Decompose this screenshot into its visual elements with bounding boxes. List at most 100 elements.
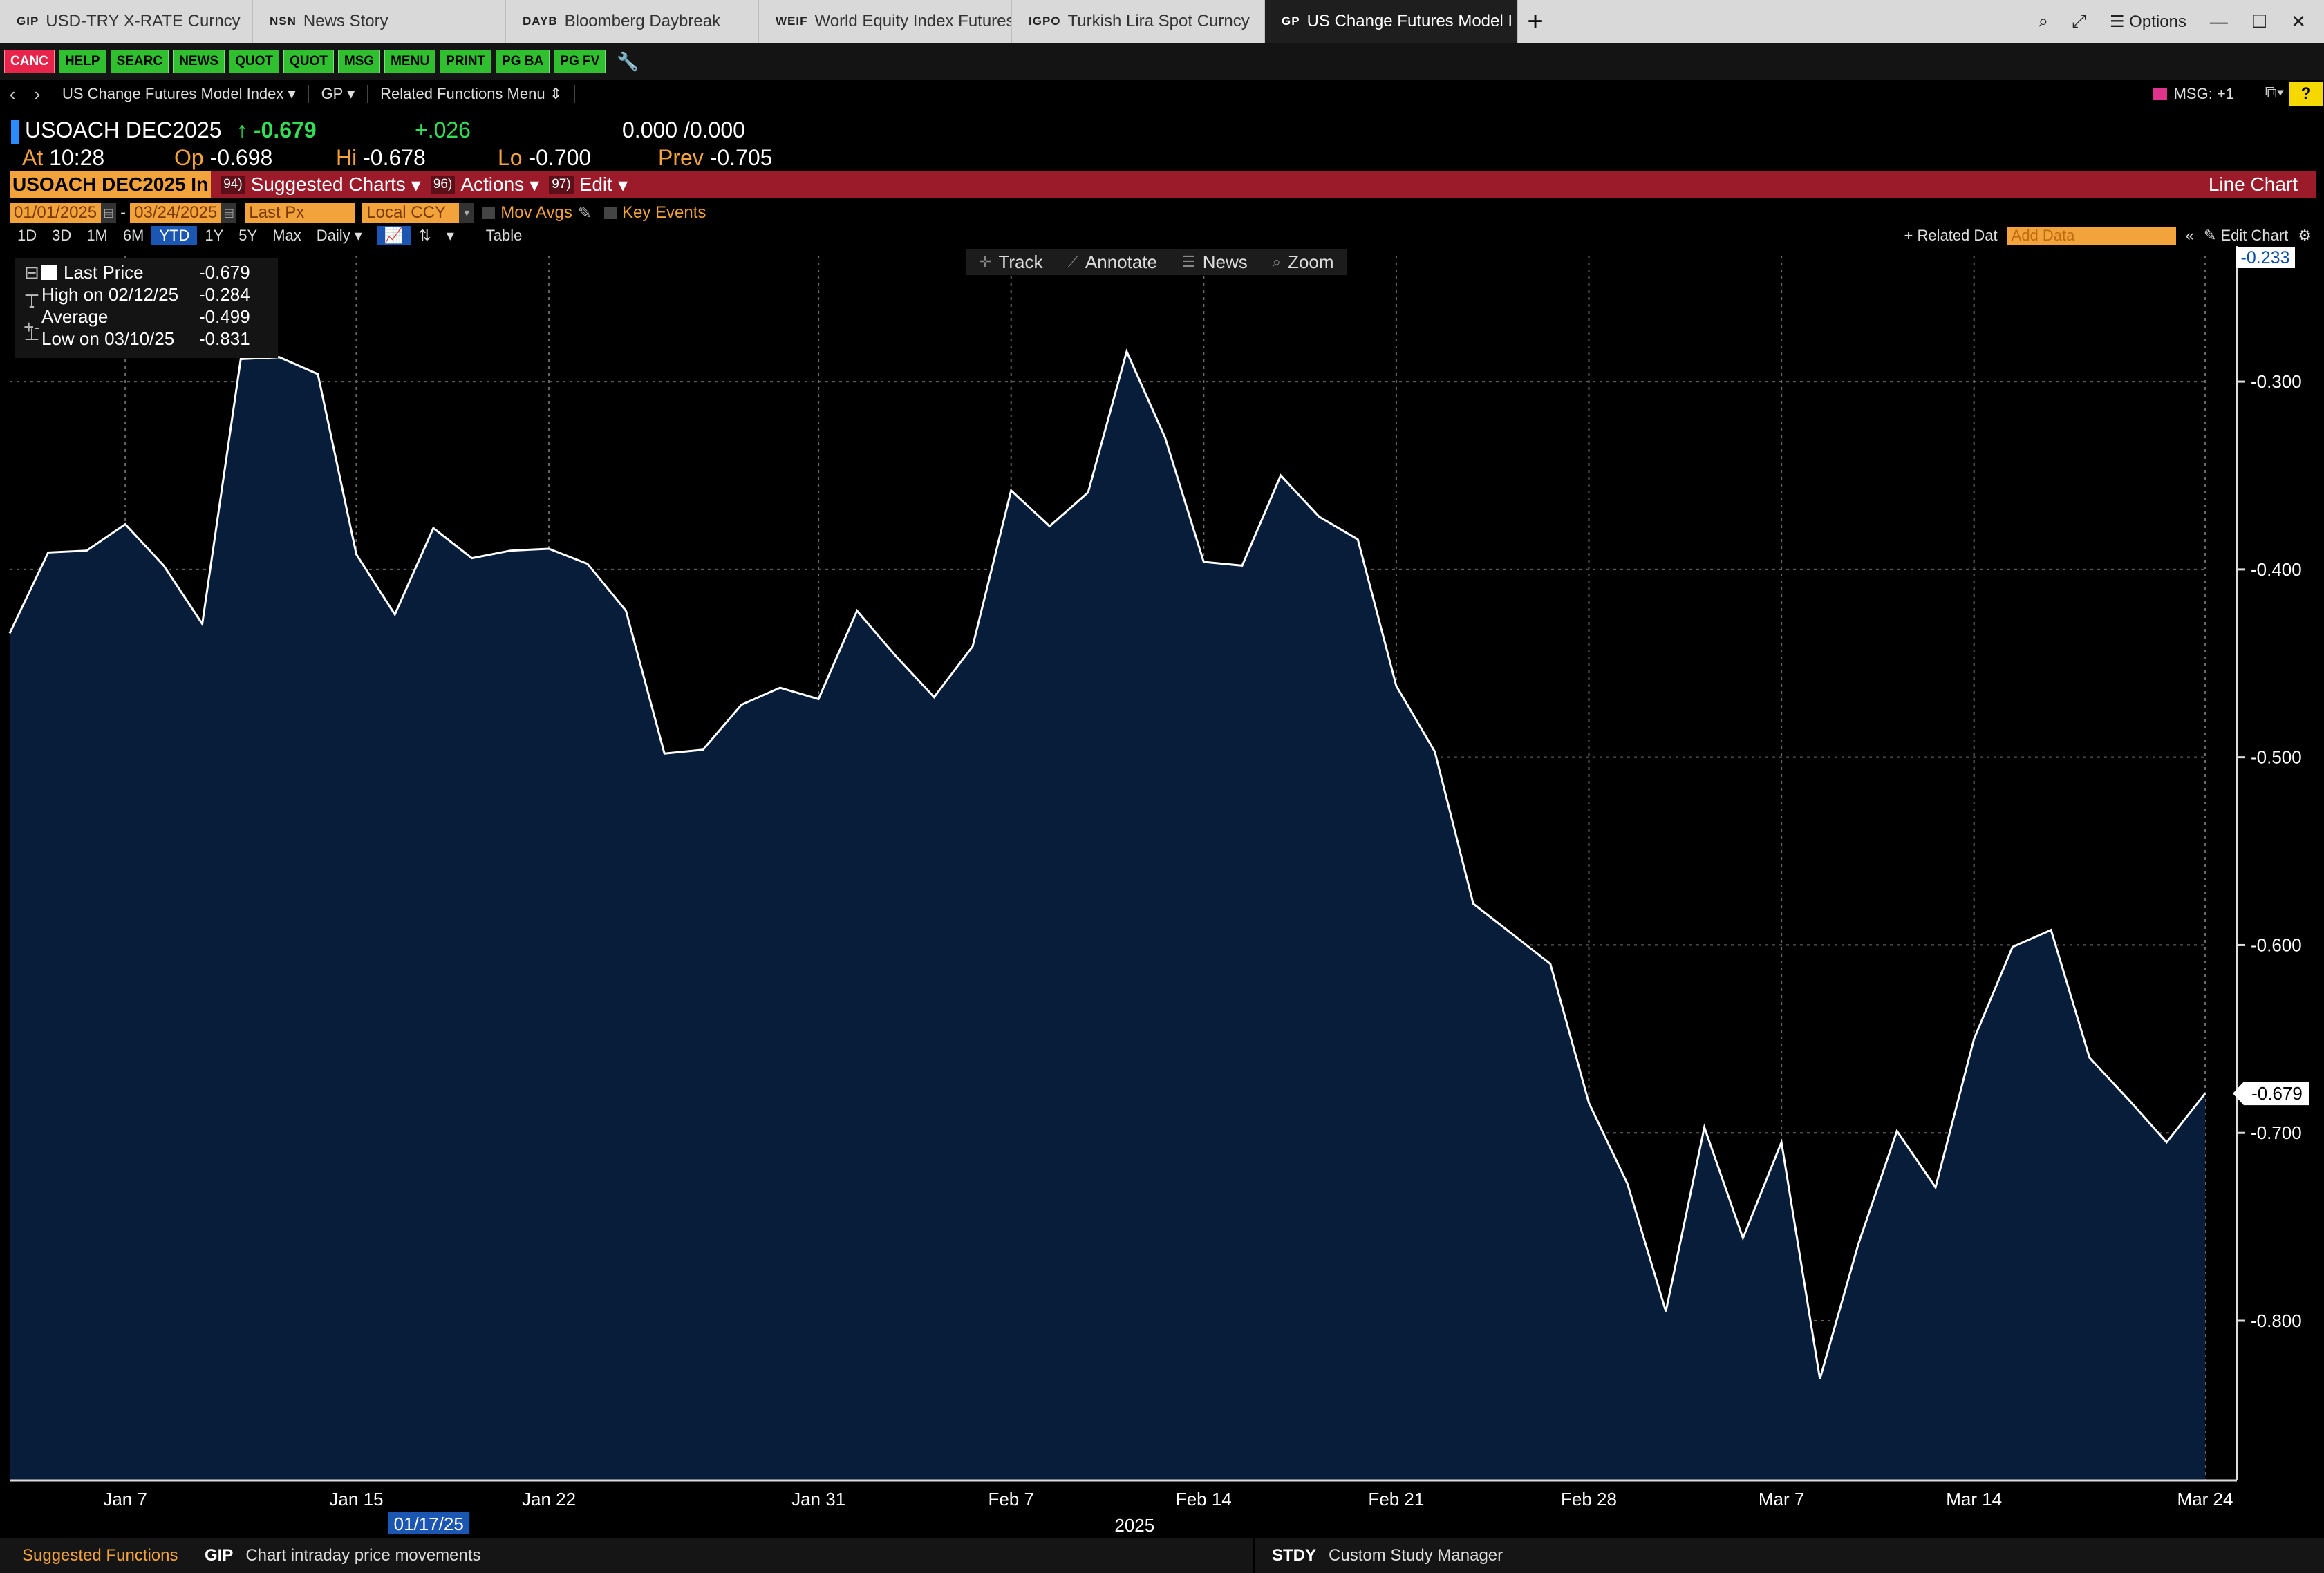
function-label: GP bbox=[321, 85, 343, 102]
bid-value: 0.000 bbox=[622, 117, 678, 142]
track-tool[interactable]: ✛ Track bbox=[966, 252, 1055, 273]
stdy-suggestion[interactable]: STDY Custom Study Manager bbox=[1272, 1546, 1503, 1565]
last-price: ↑ -0.679 bbox=[236, 117, 317, 143]
period-3d[interactable]: 3D bbox=[44, 226, 79, 245]
frequency-dropdown[interactable]: Daily ▾ bbox=[309, 226, 370, 245]
nav-bar: ‹ › US Change Futures Model Index ▾ GP ▾… bbox=[0, 80, 2324, 108]
bid-ask: 0.000 /0.000 bbox=[622, 117, 745, 142]
function-dropdown[interactable]: GP ▾ bbox=[309, 85, 368, 103]
close-window-icon[interactable]: ✕ bbox=[2291, 11, 2306, 32]
security-input[interactable]: USOACH DEC2025 In bbox=[10, 171, 212, 198]
tab-us-change-futures[interactable]: GPUS Change Futures Model I✕ bbox=[1265, 0, 1518, 43]
bar-chart-icon[interactable]: ⇅ bbox=[411, 226, 438, 245]
period-max[interactable]: Max bbox=[265, 226, 309, 245]
related-data-button[interactable]: + Related Dat bbox=[1904, 227, 1998, 245]
expand-icon[interactable]: ⤢ bbox=[2072, 10, 2086, 32]
options-label: Options bbox=[2129, 12, 2186, 31]
dropdown-caret-icon[interactable]: ▾ bbox=[459, 203, 475, 223]
zoom-tool[interactable]: ⌕ Zoom bbox=[1260, 252, 1347, 273]
edit-menu[interactable]: 97) Edit ▾ bbox=[549, 173, 628, 196]
field-input[interactable]: Last Px bbox=[245, 203, 356, 223]
period-1d[interactable]: 1D bbox=[10, 226, 44, 245]
checkbox[interactable] bbox=[482, 207, 496, 219]
price-chart[interactable]: -0.300 -0.400 -0.500 -0.600 -0.700 -0.800 Jan … bbox=[0, 246, 2324, 1534]
period-1y[interactable]: 1Y bbox=[197, 226, 231, 245]
menu-key[interactable]: MENU bbox=[384, 50, 436, 73]
more-caret-icon[interactable]: ▾ bbox=[439, 226, 462, 245]
last-price-swatch bbox=[41, 265, 57, 280]
suggested-charts-menu[interactable]: 94) Suggested Charts ▾ bbox=[221, 173, 421, 196]
currency-select[interactable]: Local CCY bbox=[362, 203, 460, 223]
msg-key[interactable]: MSG bbox=[337, 50, 381, 73]
wrench-icon[interactable]: 🔧 bbox=[617, 51, 639, 73]
period-5y[interactable]: 5Y bbox=[231, 226, 265, 245]
quote-key-2[interactable]: QUOT bbox=[283, 50, 334, 73]
legend-last-price[interactable]: ⊟ Last Price -0.679 bbox=[15, 261, 278, 283]
suggested-functions[interactable]: Suggested Functions bbox=[0, 1546, 205, 1565]
period-6m[interactable]: 6M bbox=[115, 226, 152, 245]
legend-high[interactable]: ┬ High on 02/12/25 -0.284 bbox=[15, 283, 278, 305]
collapse-icon[interactable]: ⊟ bbox=[22, 262, 41, 283]
key-events-toggle[interactable]: Key Events bbox=[603, 203, 706, 223]
end-date-input[interactable]: 03/24/2025 bbox=[130, 203, 222, 223]
line-chart-icon[interactable]: 📈 bbox=[376, 226, 411, 245]
start-date-input[interactable]: 01/01/2025 bbox=[10, 203, 102, 223]
open-label: Op bbox=[174, 145, 204, 170]
tab-news-story[interactable]: NSN News Story bbox=[253, 0, 506, 43]
actions-menu[interactable]: 96) Actions ▾ bbox=[430, 173, 539, 196]
maximize-icon[interactable]: ☐ bbox=[2251, 11, 2267, 32]
chart-controls: 01/01/2025 ▤ - 03/24/2025 ▤ Last Px Loca… bbox=[10, 202, 2316, 224]
low-label: Lo bbox=[498, 145, 523, 170]
legend-name: Low on 03/10/25 bbox=[41, 328, 175, 349]
calendar-icon[interactable]: ▤ bbox=[101, 203, 117, 223]
tab-code: DAYB bbox=[523, 15, 558, 28]
checkbox[interactable] bbox=[603, 207, 617, 219]
cancel-key[interactable]: CANC bbox=[4, 50, 55, 73]
x-tick-label: Jan 31 bbox=[791, 1489, 845, 1509]
help-key[interactable]: HELP bbox=[58, 50, 106, 73]
back-arrow-icon[interactable]: ‹ bbox=[0, 84, 25, 105]
x-tick-label: Jan 22 bbox=[522, 1489, 576, 1509]
search-icon[interactable]: ⌕ bbox=[2039, 10, 2049, 32]
tab-daybreak[interactable]: DAYB Bloomberg Daybreak bbox=[506, 0, 759, 43]
gear-icon[interactable]: ⚙ bbox=[2298, 227, 2312, 245]
gip-suggestion[interactable]: GIP Chart intraday price movements bbox=[205, 1546, 480, 1565]
table-button[interactable]: Table bbox=[478, 226, 530, 245]
period-1m[interactable]: 1M bbox=[79, 226, 115, 245]
ticker-marker bbox=[11, 120, 19, 144]
legend-low[interactable]: ┴ Low on 03/10/25 -0.831 bbox=[15, 328, 278, 350]
tab-usd-try[interactable]: GIP USD-TRY X-RATE Curncy bbox=[0, 0, 253, 43]
calendar-icon[interactable]: ▤ bbox=[221, 203, 237, 223]
pencil-icon[interactable]: ✎ bbox=[578, 203, 592, 223]
legend-name: Last Price bbox=[64, 261, 144, 283]
print-key[interactable]: PRINT bbox=[440, 50, 492, 73]
related-functions-menu[interactable]: Related Functions Menu ⇕ bbox=[368, 85, 576, 103]
message-indicator[interactable]: MSG: +1 bbox=[2153, 85, 2234, 103]
add-data-input[interactable]: Add Data bbox=[2007, 227, 2176, 245]
forward-arrow-icon[interactable]: › bbox=[25, 84, 50, 105]
annotate-tool[interactable]: ⟋ Annotate bbox=[1055, 252, 1170, 273]
news-tool[interactable]: ☰ News bbox=[1170, 252, 1260, 273]
new-tab-icon[interactable]: + bbox=[1518, 0, 1553, 43]
tab-turkish-lira[interactable]: IGPO Turkish Lira Spot Curncy bbox=[1012, 0, 1265, 43]
news-key[interactable]: NEWS bbox=[173, 50, 225, 73]
security-dropdown[interactable]: US Change Futures Model Index ▾ bbox=[50, 85, 309, 103]
edit-chart-button[interactable]: ✎ Edit Chart bbox=[2204, 227, 2288, 245]
legend-average[interactable]: -+- Average -0.499 bbox=[15, 295, 278, 337]
page-forward-key[interactable]: PG FV bbox=[554, 50, 606, 73]
quote-header: USOACH DEC2025 ↑ -0.679 +.026 0.000 /0.0… bbox=[0, 111, 2324, 170]
search-key[interactable]: SEARC bbox=[110, 50, 169, 73]
chart-canvas[interactable]: -0.300 -0.400 -0.500 -0.600 -0.700 -0.800 Jan … bbox=[0, 246, 2324, 1534]
edit-chart-label: Edit Chart bbox=[2220, 227, 2289, 244]
collapse-icon[interactable]: « bbox=[2186, 227, 2194, 245]
period-ytd[interactable]: YTD bbox=[151, 226, 198, 245]
mov-avgs-toggle[interactable]: Mov Avgs ✎ bbox=[482, 203, 592, 223]
help-button[interactable]: ? bbox=[2289, 82, 2323, 106]
options-menu[interactable]: ☰ Options bbox=[2110, 12, 2186, 32]
window-menu-icon[interactable]: ⧉▾ bbox=[2265, 83, 2284, 102]
tab-world-equity[interactable]: WEIF World Equity Index Futures bbox=[759, 0, 1012, 43]
prev-value: -0.705 bbox=[709, 145, 773, 170]
quote-key[interactable]: QUOT bbox=[229, 50, 279, 73]
minimize-icon[interactable]: — bbox=[2210, 11, 2228, 32]
page-back-key[interactable]: PG BA bbox=[496, 50, 550, 73]
